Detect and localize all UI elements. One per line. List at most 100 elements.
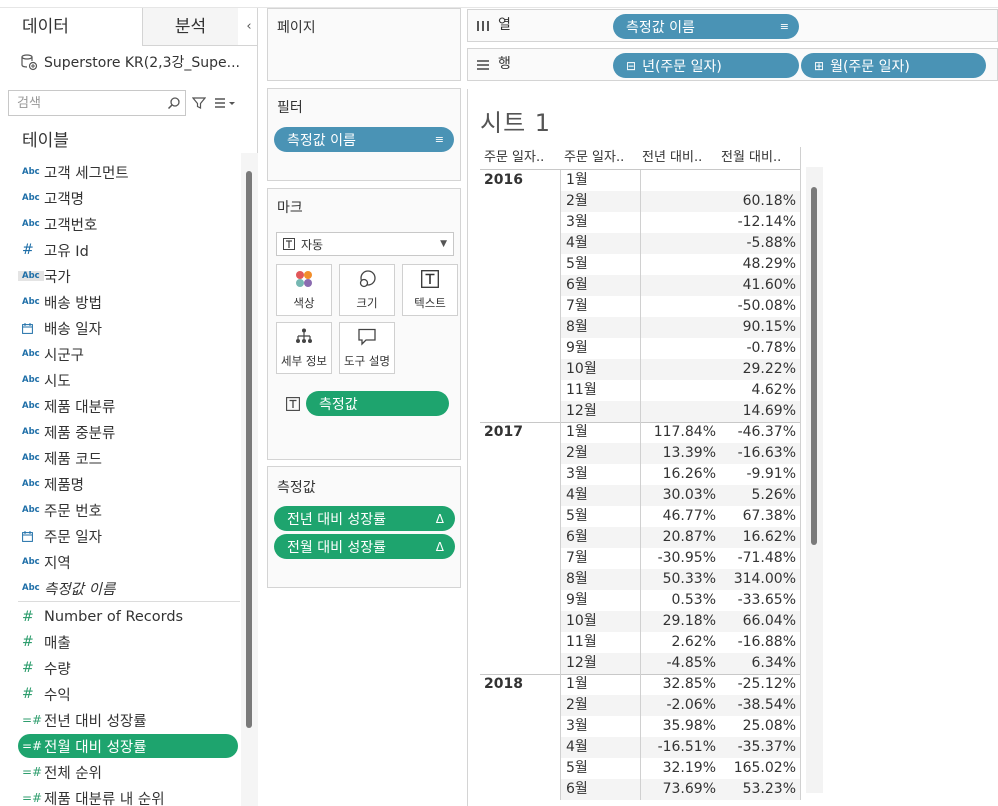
mom-value-cell[interactable]: -9.91% — [720, 464, 796, 485]
field-product-code[interactable]: Abc 제품 코드 — [18, 446, 238, 470]
mark-detail-button[interactable]: 세부 정보 — [276, 322, 332, 374]
month-cell[interactable]: 12월 — [566, 401, 597, 422]
mom-value-cell[interactable]: -25.12% — [720, 674, 796, 695]
field-quantity[interactable]: # 수량 — [18, 656, 238, 680]
year-header-cell[interactable]: 2017 — [484, 422, 523, 443]
mom-value-cell[interactable]: -12.14% — [720, 212, 796, 233]
yoy-value-cell[interactable]: 117.84% — [640, 422, 716, 443]
month-cell[interactable]: 4월 — [566, 233, 588, 254]
yoy-value-cell[interactable] — [640, 212, 716, 233]
yoy-value-cell[interactable] — [640, 380, 716, 401]
month-cell[interactable]: 2월 — [566, 443, 588, 464]
field-number-of-records[interactable]: # Number of Records — [18, 605, 238, 629]
yoy-value-cell[interactable] — [640, 338, 716, 359]
month-cell[interactable]: 3월 — [566, 464, 588, 485]
view-scroll-thumb[interactable] — [811, 187, 817, 545]
mark-pill-measure-values[interactable]: 측정값 — [306, 391, 449, 416]
columns-shelf[interactable]: 열 측정값 이름 ≡ — [467, 9, 998, 42]
month-cell[interactable]: 9월 — [566, 338, 588, 359]
yoy-value-cell[interactable]: 0.53% — [640, 590, 716, 611]
field-subcategory[interactable]: Abc 제품 중분류 — [18, 420, 238, 444]
field-category-rank[interactable]: =# 제품 대분류 내 순위 — [18, 786, 238, 806]
field-city[interactable]: Abc 시군구 — [18, 342, 238, 366]
year-header-cell[interactable]: 2018 — [484, 674, 523, 695]
yoy-value-cell[interactable]: 46.77% — [640, 506, 716, 527]
year-header-cell[interactable]: 2016 — [484, 170, 523, 191]
mom-value-cell[interactable]: -46.37% — [720, 422, 796, 443]
tab-data[interactable]: 데이터 — [0, 8, 143, 46]
mom-value-cell[interactable]: 60.18% — [720, 191, 796, 212]
month-cell[interactable]: 4월 — [566, 737, 588, 758]
mark-tooltip-button[interactable]: 도구 설명 — [339, 322, 395, 374]
header-year[interactable]: 주문 일자.. — [484, 147, 560, 169]
field-customer-segment[interactable]: Abc 고객 세그먼트 — [18, 160, 238, 184]
filters-card[interactable]: 필터 측정값 이름 ≡ — [267, 88, 461, 181]
mom-value-cell[interactable] — [720, 170, 796, 191]
month-cell[interactable]: 2월 — [566, 191, 588, 212]
mom-value-cell[interactable]: 29.22% — [720, 359, 796, 380]
search-input[interactable] — [17, 95, 167, 111]
field-customer-name[interactable]: Abc 고객명 — [18, 186, 238, 210]
mom-value-cell[interactable]: -38.54% — [720, 695, 796, 716]
pages-card[interactable]: 페이지 — [267, 8, 461, 81]
row-pill-month-order-date[interactable]: ⊞ 월(주문 일자) — [801, 53, 986, 78]
field-product-name[interactable]: Abc 제품명 — [18, 472, 238, 496]
field-ship-mode[interactable]: Abc 배송 방법 — [18, 290, 238, 314]
month-cell[interactable]: 5월 — [566, 254, 588, 275]
mark-type-dropdown[interactable]: 자동 ▼ — [276, 232, 454, 256]
field-province[interactable]: Abc 시도 — [18, 368, 238, 392]
month-cell[interactable]: 8월 — [566, 569, 588, 590]
mom-value-cell[interactable]: -33.65% — [720, 590, 796, 611]
mark-size-button[interactable]: 크기 — [339, 264, 395, 316]
mom-value-cell[interactable]: 4.62% — [720, 380, 796, 401]
mom-value-cell[interactable]: -0.78% — [720, 338, 796, 359]
row-pill-year-order-date[interactable]: ⊟ 년(주문 일자) — [613, 53, 799, 78]
mom-value-cell[interactable]: -16.88% — [720, 632, 796, 653]
field-order-id[interactable]: Abc 주문 번호 — [18, 498, 238, 522]
month-cell[interactable]: 11월 — [566, 380, 597, 401]
header-month[interactable]: 주문 일자.. — [564, 147, 638, 169]
yoy-value-cell[interactable]: -2.06% — [640, 695, 716, 716]
yoy-value-cell[interactable]: 32.85% — [640, 674, 716, 695]
mom-value-cell[interactable]: 66.04% — [720, 611, 796, 632]
collapse-pane-icon[interactable]: ‹ — [240, 8, 258, 46]
month-cell[interactable]: 8월 — [566, 317, 588, 338]
yoy-value-cell[interactable]: 50.33% — [640, 569, 716, 590]
yoy-value-cell[interactable] — [640, 254, 716, 275]
month-cell[interactable]: 7월 — [566, 296, 588, 317]
mom-value-cell[interactable]: -16.63% — [720, 443, 796, 464]
mom-value-cell[interactable]: 16.62% — [720, 527, 796, 548]
mom-value-cell[interactable]: 90.15% — [720, 317, 796, 338]
mark-color-button[interactable]: 색상 — [276, 264, 332, 316]
month-cell[interactable]: 11월 — [566, 632, 597, 653]
view-options-icon[interactable] — [212, 93, 240, 113]
column-pill-measure-names[interactable]: 측정값 이름 ≡ — [613, 14, 799, 39]
filter-icon[interactable] — [190, 93, 208, 113]
month-cell[interactable]: 1월 — [566, 422, 588, 443]
yoy-value-cell[interactable]: -4.85% — [640, 653, 716, 674]
mom-value-cell[interactable]: -35.37% — [720, 737, 796, 758]
yoy-value-cell[interactable]: -16.51% — [640, 737, 716, 758]
month-cell[interactable]: 1월 — [566, 170, 588, 191]
mom-value-cell[interactable]: 67.38% — [720, 506, 796, 527]
mom-value-cell[interactable]: 14.69% — [720, 401, 796, 422]
yoy-value-cell[interactable] — [640, 191, 716, 212]
rows-shelf[interactable]: 행 ⊟ 년(주문 일자) ⊞ 월(주문 일자) — [467, 48, 998, 81]
month-cell[interactable]: 10월 — [566, 359, 597, 380]
header-yoy[interactable]: 전년 대비.. — [642, 147, 718, 169]
field-overall-rank[interactable]: =# 전체 순위 — [18, 760, 238, 784]
yoy-value-cell[interactable] — [640, 275, 716, 296]
month-cell[interactable]: 6월 — [566, 779, 588, 800]
field-yoy-growth[interactable]: =# 전년 대비 성장률 — [18, 708, 238, 732]
yoy-value-cell[interactable]: 29.18% — [640, 611, 716, 632]
month-cell[interactable]: 10월 — [566, 611, 597, 632]
field-unique-id[interactable]: # 고유 Id — [18, 238, 238, 262]
tab-analysis[interactable]: 분석 — [143, 8, 238, 46]
mom-value-cell[interactable]: -71.48% — [720, 548, 796, 569]
mom-value-cell[interactable]: -5.88% — [720, 233, 796, 254]
mom-value-cell[interactable]: 48.29% — [720, 254, 796, 275]
yoy-value-cell[interactable] — [640, 296, 716, 317]
yoy-value-cell[interactable]: 32.19% — [640, 758, 716, 779]
field-region[interactable]: Abc 지역 — [18, 550, 238, 574]
month-cell[interactable]: 7월 — [566, 548, 588, 569]
